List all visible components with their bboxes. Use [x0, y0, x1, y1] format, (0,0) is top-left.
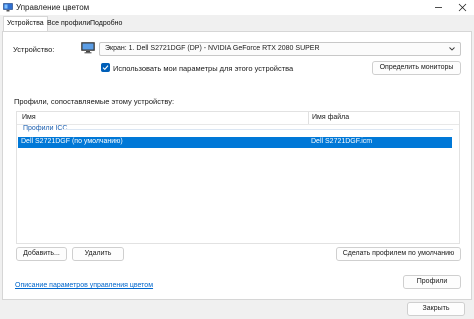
identify-monitors-button[interactable]: Определить мониторы: [372, 61, 461, 75]
profile-file-cell: Dell S2721DGF.icm: [311, 138, 373, 145]
column-separator: [308, 112, 309, 124]
profiles-heading: Профили, сопоставляемые этому устройству…: [14, 97, 175, 106]
checkmark-icon: [102, 65, 109, 71]
list-header: Имя Имя файла: [17, 112, 459, 125]
use-settings-checkbox[interactable]: [101, 63, 110, 72]
tab-advanced[interactable]: Подробно: [87, 17, 125, 31]
add-profile-button[interactable]: Добавить...: [16, 247, 67, 261]
use-settings-label: Использовать мои параметры для этого уст…: [113, 64, 294, 73]
profiles-list[interactable]: Имя Имя файла Профили ICC Dell S2721DGF …: [16, 111, 460, 244]
profiles-button[interactable]: Профили: [403, 275, 461, 289]
chevron-down-icon: [449, 47, 455, 51]
profile-name-cell: Dell S2721DGF (по умолчанию): [21, 138, 123, 145]
title-bar: Управление цветом: [0, 0, 474, 15]
close-button[interactable]: Закрыть: [407, 302, 465, 316]
minimize-icon: [434, 7, 442, 8]
tab-all-profiles[interactable]: Все профили: [44, 17, 93, 31]
tab-bar: Устройства Все профили Подробно: [0, 16, 474, 32]
monitor-icon: [81, 42, 95, 54]
window-title: Управление цветом: [16, 3, 90, 12]
close-icon: [458, 3, 466, 12]
remove-profile-button[interactable]: Удалить: [72, 247, 124, 261]
monitor-color-icon: [3, 3, 13, 12]
device-label: Устройство:: [13, 45, 55, 54]
color-management-window: Управление цветом Устройства Все профили…: [0, 0, 474, 319]
tab-devices[interactable]: Устройства: [3, 16, 48, 32]
group-divider: [63, 129, 453, 130]
device-select[interactable]: Экран: 1. Dell S2721DGF (DP) - NVIDIA Ge…: [99, 42, 461, 56]
table-row[interactable]: Dell S2721DGF (по умолчанию) Dell S2721D…: [18, 137, 452, 148]
column-header-name[interactable]: Имя: [22, 114, 36, 121]
close-window-button[interactable]: [450, 0, 474, 15]
minimize-button[interactable]: [426, 0, 450, 15]
column-header-filename[interactable]: Имя файла: [312, 114, 349, 121]
set-default-button[interactable]: Сделать профилем по умолчанию: [336, 247, 461, 261]
group-label-icc: Профили ICC: [23, 125, 68, 132]
devices-panel: Устройство: Экран: 1. Dell S2721DGF (DP)…: [2, 31, 472, 300]
color-settings-help-link[interactable]: Описание параметров управления цветом: [15, 282, 153, 289]
device-select-value: Экран: 1. Dell S2721DGF (DP) - NVIDIA Ge…: [105, 45, 320, 52]
